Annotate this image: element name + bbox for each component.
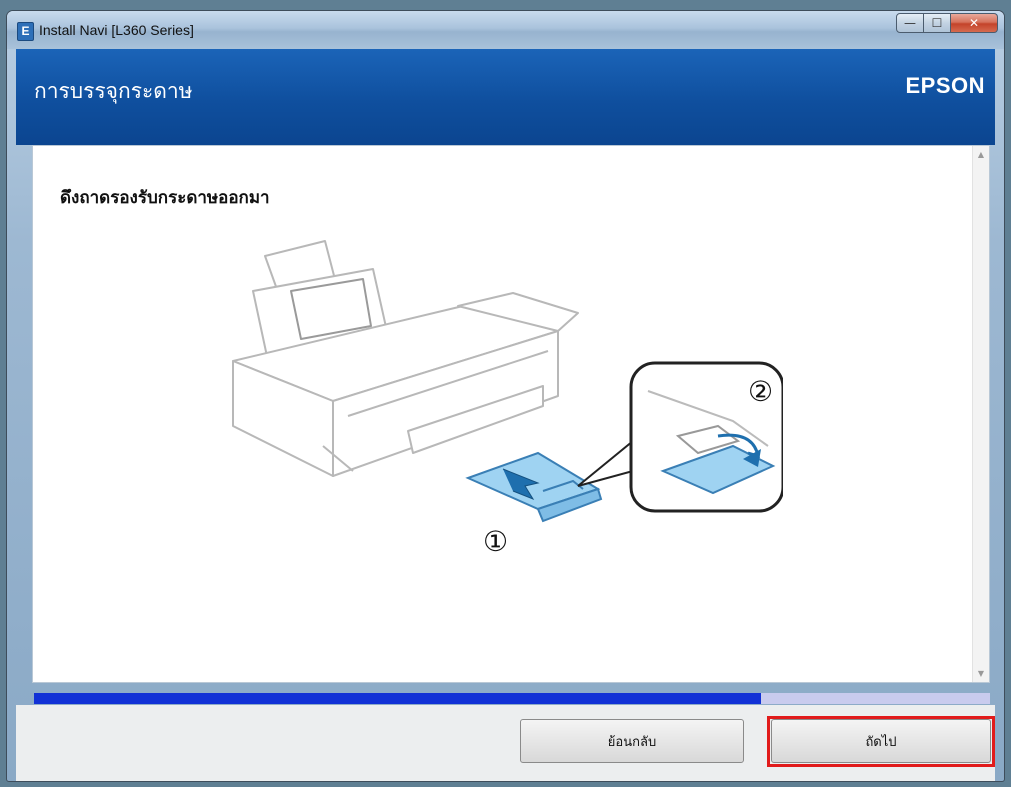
output-tray [465, 451, 603, 523]
close-icon: ✕ [968, 16, 980, 30]
step-one-marker: ① [483, 525, 508, 558]
window-controls: — ☐ ✕ [896, 13, 998, 35]
page-title: การบรรจุกระดาษ [34, 79, 193, 103]
footer-bar: ย้อนกลับ ถัดไป [16, 705, 995, 781]
installer-window: E Install Navi [L360 Series] — ☐ ✕ การบร… [6, 10, 1005, 782]
next-button[interactable]: ถัดไป [771, 719, 991, 763]
vertical-scrollbar[interactable]: ▲ ▼ [972, 146, 989, 682]
maximize-button[interactable]: ☐ [924, 13, 951, 33]
window-title: Install Navi [L360 Series] [39, 22, 194, 38]
printer-drawing [232, 240, 579, 477]
step-two-marker: ② [748, 375, 773, 408]
minimize-button[interactable]: — [896, 13, 924, 33]
epson-app-icon: E [17, 22, 34, 41]
progress-bar [34, 693, 990, 704]
epson-logo: EPSON [905, 73, 985, 98]
progress-fill [34, 693, 761, 704]
header-banner: การบรรจุกระดาษ EPSON [16, 49, 995, 145]
back-button[interactable]: ย้อนกลับ [520, 719, 744, 763]
maximize-icon: ☐ [931, 16, 943, 30]
scroll-down-arrow-icon[interactable]: ▼ [973, 665, 989, 682]
scroll-up-arrow-icon[interactable]: ▲ [973, 146, 989, 163]
close-button[interactable]: ✕ [951, 13, 998, 33]
content-panel: ดึงถาดรองรับกระดาษออกมา ① ② ▲ ▼ [32, 145, 990, 683]
minimize-icon: — [904, 16, 916, 30]
printer-illustration: ① ② [232, 240, 783, 558]
instruction-heading: ดึงถาดรองรับกระดาษออกมา [60, 188, 270, 208]
title-bar[interactable]: E Install Navi [L360 Series] — ☐ ✕ [7, 11, 1004, 49]
